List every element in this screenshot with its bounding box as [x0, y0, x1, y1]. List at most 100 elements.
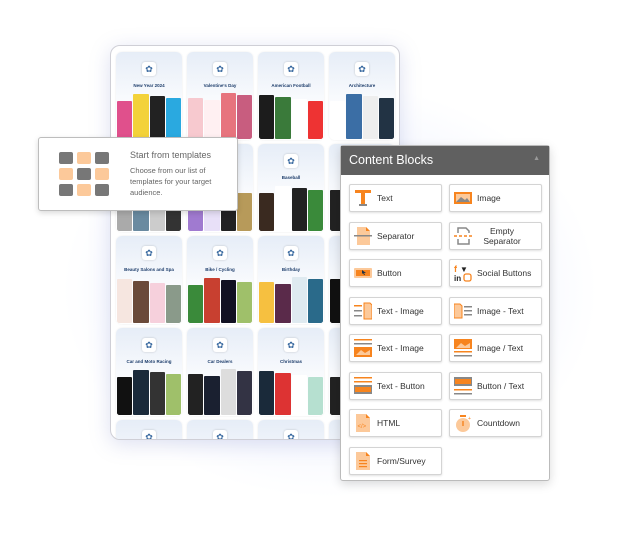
template-thumbnail: [117, 101, 133, 139]
content-block-image[interactable]: Image: [449, 184, 542, 212]
button-icon: [354, 264, 372, 282]
content-block-text-button[interactable]: Text - Button: [349, 371, 442, 400]
text-icon: [354, 189, 372, 207]
text-image-icon: [354, 302, 373, 320]
content-block-image-over-text[interactable]: Image / Text: [449, 334, 542, 362]
content-blocks-title: Content Blocks: [349, 153, 434, 167]
template-card[interactable]: ✿ Baseball: [258, 144, 324, 232]
template-thumbnail: [149, 283, 165, 323]
templates-tooltip: Start from templates Choose from our lis…: [38, 137, 238, 211]
template-title: Bike / Cycling: [205, 267, 235, 272]
separator-icon: [354, 226, 372, 245]
template-thumbnail: [275, 97, 291, 139]
content-blocks-header[interactable]: Content Blocks ▲: [341, 146, 549, 175]
template-thumbnail: [259, 193, 275, 231]
category-icon: ✿: [284, 62, 298, 76]
content-block-social[interactable]: f ▼ in Social Buttons: [449, 259, 542, 287]
template-card[interactable]: ✿ Christmas: [258, 328, 324, 416]
content-block-button-text[interactable]: Button / Text: [449, 371, 542, 400]
template-thumbnail: [378, 98, 394, 139]
category-icon: ✿: [142, 338, 156, 352]
template-card[interactable]: ✿ American Football: [258, 52, 324, 140]
svg-text:</>: </>: [358, 424, 367, 430]
template-title: New Year 2024: [133, 83, 165, 88]
content-block-text-over-image[interactable]: Text - Image: [349, 334, 442, 362]
template-thumbnail: [307, 279, 323, 323]
content-block-label: Image: [477, 193, 501, 203]
template-card[interactable]: ✿: [187, 420, 253, 439]
image-text-icon: [453, 302, 472, 320]
template-thumbnail: [204, 100, 220, 139]
template-thumbnail: [307, 101, 323, 139]
content-block-countdown[interactable]: + Countdown: [449, 409, 542, 437]
content-block-label: Empty Separator: [483, 225, 521, 246]
template-thumbnails: [259, 185, 323, 231]
category-icon: ✿: [284, 154, 298, 168]
template-card[interactable]: ✿ Valentine's Day: [187, 52, 253, 140]
template-card[interactable]: ✿ Birthday: [258, 236, 324, 324]
template-thumbnail: [236, 371, 252, 415]
collapse-caret-icon[interactable]: ▲: [533, 155, 540, 162]
template-title: Car Dealers: [207, 359, 233, 364]
template-card[interactable]: ✿: [258, 420, 324, 439]
content-block-label: Separator: [377, 230, 415, 241]
template-thumbnails: [259, 369, 323, 415]
template-card[interactable]: ✿ Beauty Salons and Spa: [116, 236, 182, 324]
content-block-separator[interactable]: Separator: [349, 221, 442, 250]
category-icon: ✿: [213, 430, 227, 439]
template-thumbnail: [220, 280, 236, 323]
template-card[interactable]: ✿ Car and Moto Racing: [116, 328, 182, 416]
category-icon: ✿: [142, 62, 156, 76]
template-thumbnail: [149, 96, 165, 139]
category-icon: ✿: [284, 246, 298, 260]
template-card[interactable]: ✿: [116, 420, 182, 439]
content-block-text[interactable]: Text: [349, 184, 442, 212]
content-block-label: Text - Image: [377, 343, 424, 353]
content-block-label: Image / Text: [477, 343, 524, 353]
template-thumbnail: [291, 188, 307, 231]
content-block-html[interactable]: </> HTML: [349, 409, 442, 437]
content-block-label: Text: [377, 193, 393, 203]
category-icon: ✿: [142, 430, 156, 439]
template-title: Birthday: [281, 267, 301, 272]
category-icon: ✿: [142, 246, 156, 260]
category-icon: ✿: [213, 338, 227, 352]
template-title: Architecture: [348, 83, 376, 88]
template-thumbnail: [220, 93, 236, 139]
content-block-empty-separator[interactable]: Empty Separator: [449, 221, 542, 250]
template-title: Car and Moto Racing: [126, 359, 172, 364]
template-thumbnails: [117, 277, 181, 323]
content-blocks-list: Text Image Separator Empty Separator Button f…: [349, 184, 542, 475]
category-icon: ✿: [284, 338, 298, 352]
content-block-button[interactable]: Button: [349, 259, 442, 287]
content-blocks-panel: Content Blocks ▲ Text Image Separator Empty…: [340, 145, 550, 481]
template-thumbnail: [133, 370, 149, 415]
template-title: Baseball: [281, 175, 301, 180]
tooltip-title: Start from templates: [130, 150, 212, 160]
template-thumbnail: [259, 282, 275, 323]
template-thumbnail: [220, 369, 236, 415]
social-icon: f ▼ in: [454, 264, 472, 283]
content-block-image-text[interactable]: Image - Text: [449, 296, 542, 325]
tooltip-description: Choose from our list of templates for yo…: [130, 166, 212, 197]
template-thumbnail: [236, 282, 252, 323]
empty-separator-icon: [454, 226, 472, 245]
svg-text:in: in: [454, 274, 461, 282]
image-icon: [454, 189, 472, 207]
template-thumbnail: [259, 371, 275, 415]
template-title: Christmas: [279, 359, 302, 364]
content-block-label: Image - Text: [477, 305, 524, 316]
template-card[interactable]: ✿ Architecture: [329, 52, 395, 140]
template-card[interactable]: ✿ New Year 2024: [116, 52, 182, 140]
content-block-label: Text - Image: [377, 305, 424, 316]
image-over-text-icon: [454, 339, 472, 357]
template-thumbnail: [165, 98, 181, 139]
template-thumbnail: [204, 278, 220, 323]
countdown-icon: +: [454, 414, 472, 432]
template-card[interactable]: ✿ Bike / Cycling: [187, 236, 253, 324]
template-thumbnails: [259, 277, 323, 323]
template-card[interactable]: ✿ Car Dealers: [187, 328, 253, 416]
content-block-text-image[interactable]: Text - Image: [349, 296, 442, 325]
content-block-label: Button / Text: [477, 380, 525, 391]
content-block-form[interactable]: Form/Survey: [349, 446, 442, 475]
